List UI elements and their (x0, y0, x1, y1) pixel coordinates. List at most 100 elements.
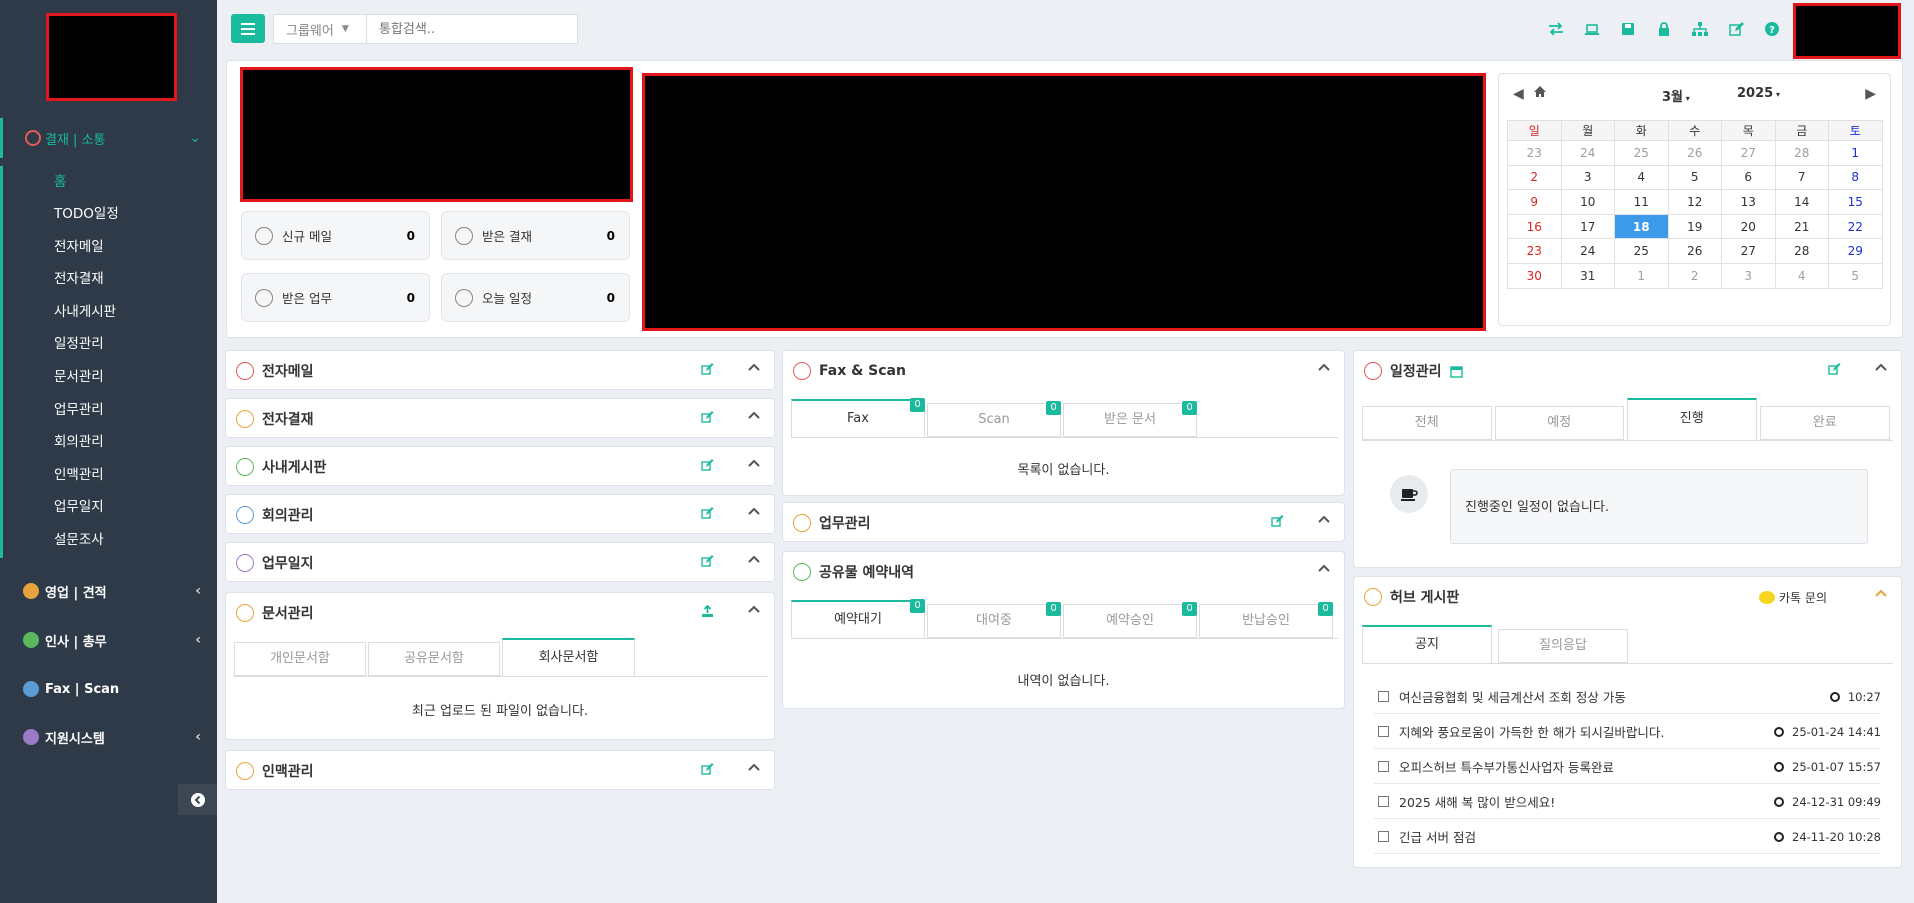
calendar-day[interactable]: 4 (1614, 164, 1669, 191)
calendar-day[interactable]: 13 (1721, 189, 1776, 215)
sidebar-item-tasks[interactable]: 업무관리 (0, 394, 217, 427)
tab-fax-2[interactable]: 받은 문서 0 (1063, 401, 1197, 437)
upload-icon[interactable] (701, 605, 714, 618)
edit-icon[interactable] (1271, 515, 1284, 527)
tab-schedule-0[interactable]: 전체 (1362, 406, 1492, 440)
calendar-day[interactable]: 16 (1507, 213, 1562, 240)
sidebar-group-fax[interactable]: Fax | Scan (0, 666, 217, 712)
edit-icon[interactable] (701, 459, 714, 471)
edit-icon[interactable] (701, 363, 714, 375)
tab-schedule-2[interactable]: 진행 (1627, 398, 1757, 440)
calendar-icon[interactable] (1449, 365, 1463, 378)
calendar-day[interactable]: 5 (1828, 262, 1883, 289)
received-task-stat[interactable]: 받은 업무 0 (241, 273, 430, 322)
sidebar-group-hr[interactable]: 인사 | 총무 ‹ (0, 617, 217, 663)
calendar-day[interactable]: 4 (1774, 262, 1829, 289)
calendar-day[interactable]: 23 (1507, 238, 1562, 264)
edit-icon[interactable] (1727, 20, 1745, 38)
chevron-up-icon[interactable] (748, 555, 760, 563)
calendar-day[interactable]: 24 (1560, 140, 1615, 166)
calendar-day[interactable]: 27 (1721, 140, 1776, 166)
calendar-day[interactable]: 21 (1774, 213, 1829, 240)
calendar-day[interactable]: 11 (1614, 189, 1669, 215)
sidebar-item-home[interactable]: 홈 (0, 166, 217, 199)
sidebar-item-worklog[interactable]: 업무일지 (0, 491, 217, 524)
calendar-day[interactable]: 19 (1667, 213, 1722, 240)
calendar-day[interactable]: 18 (1614, 213, 1669, 240)
calendar-day[interactable]: 15 (1828, 189, 1883, 215)
tab-personal-docs[interactable]: 개인문서함 (234, 642, 366, 676)
calendar-day[interactable]: 10 (1560, 189, 1615, 215)
calendar-day[interactable]: 1 (1614, 262, 1669, 289)
notice-row[interactable]: 긴급 서버 점검 24-11-20 10:28 (1374, 820, 1881, 854)
tab-fax-1[interactable]: Scan 0 (927, 401, 1061, 437)
sidebar-item-mail[interactable]: 전자메일 (0, 231, 217, 264)
notice-row[interactable]: 여신금융협회 및 세금계산서 조회 정상 가동 10:27 (1374, 680, 1881, 714)
calendar-day[interactable]: 2 (1507, 164, 1562, 191)
new-mail-stat[interactable]: 신규 메일 0 (241, 211, 430, 260)
help-icon[interactable]: ? (1763, 20, 1781, 38)
calendar-day[interactable]: 26 (1667, 238, 1722, 264)
exchange-icon[interactable] (1547, 20, 1565, 38)
groupware-dropdown[interactable]: 그룹웨어 ▼ (273, 14, 367, 44)
chevron-up-icon[interactable] (1318, 363, 1330, 371)
chevron-up-icon[interactable] (748, 459, 760, 467)
prev-month-icon[interactable]: ◀ (1513, 86, 1524, 102)
menu-toggle-button[interactable] (231, 14, 265, 43)
calendar-day[interactable]: 7 (1774, 164, 1829, 191)
calendar-day[interactable]: 20 (1721, 213, 1776, 240)
user-avatar-redacted[interactable] (1793, 3, 1901, 59)
today-schedule-stat[interactable]: 오늘 일정 0 (441, 273, 630, 322)
save-icon[interactable] (1619, 20, 1637, 38)
tab-shared-docs[interactable]: 공유문서함 (368, 642, 500, 676)
calendar-day[interactable]: 31 (1560, 262, 1615, 289)
sidebar-item-schedule[interactable]: 일정관리 (0, 328, 217, 361)
calendar-day[interactable]: 5 (1667, 164, 1722, 191)
calendar-day[interactable]: 29 (1828, 238, 1883, 264)
chevron-up-icon[interactable] (748, 411, 760, 419)
chevron-up-icon[interactable] (1318, 515, 1330, 523)
calendar-day[interactable]: 28 (1774, 140, 1829, 166)
next-month-icon[interactable]: ▶ (1865, 86, 1876, 102)
calendar-day[interactable]: 24 (1560, 238, 1615, 264)
chevron-up-icon[interactable] (1318, 564, 1330, 572)
calendar-day[interactable]: 8 (1828, 164, 1883, 191)
chevron-up-icon[interactable] (1875, 589, 1887, 597)
sidebar-item-todo[interactable]: TODO일정 (0, 198, 217, 231)
calendar-day[interactable]: 14 (1774, 189, 1829, 215)
sitemap-icon[interactable] (1691, 20, 1709, 38)
calendar-day[interactable]: 3 (1721, 262, 1776, 289)
chevron-up-icon[interactable] (748, 605, 760, 613)
sidebar-item-survey[interactable]: 설문조사 (0, 524, 217, 558)
tab-qna[interactable]: 질의응답 (1498, 629, 1628, 663)
search-input[interactable] (367, 14, 578, 44)
sidebar-group-support[interactable]: 지원시스템 ‹ (0, 714, 217, 760)
calendar-day[interactable]: 2 (1667, 262, 1722, 289)
calendar-day[interactable]: 25 (1614, 140, 1669, 166)
sidebar-group-approval[interactable]: 결재 | 소통 ⌄ (0, 118, 217, 158)
calendar-day[interactable]: 26 (1667, 140, 1722, 166)
calendar-day[interactable]: 22 (1828, 213, 1883, 240)
month-select[interactable]: 3월 ▾ (1662, 86, 1690, 105)
laptop-icon[interactable] (1583, 20, 1601, 38)
edit-icon[interactable] (1828, 363, 1841, 375)
notice-row[interactable]: 지혜와 풍요로움이 가득한 한 해가 되시길바랍니다. 25-01-24 14:… (1374, 715, 1881, 749)
tab-reserve-3[interactable]: 반납승인 0 (1199, 602, 1333, 638)
tab-reserve-0[interactable]: 예약대기 0 (791, 599, 925, 638)
edit-icon[interactable] (701, 555, 714, 567)
chevron-up-icon[interactable] (1875, 363, 1887, 371)
year-select[interactable]: 2025 ▾ (1737, 86, 1780, 101)
tab-reserve-1[interactable]: 대여중 0 (927, 602, 1061, 638)
tab-schedule-3[interactable]: 완료 (1759, 406, 1890, 440)
sidebar-item-contacts[interactable]: 인맥관리 (0, 459, 217, 492)
edit-icon[interactable] (701, 763, 714, 775)
sidebar-collapse-button[interactable] (178, 784, 217, 815)
calendar-day[interactable]: 17 (1560, 213, 1615, 240)
calendar-day[interactable]: 27 (1721, 238, 1776, 264)
sidebar-item-meetings[interactable]: 회의관리 (0, 426, 217, 459)
edit-icon[interactable] (701, 507, 714, 519)
sidebar-item-docs[interactable]: 문서관리 (0, 361, 217, 394)
edit-icon[interactable] (701, 411, 714, 423)
sidebar-item-approval[interactable]: 전자결재 (0, 263, 217, 296)
sidebar-item-board[interactable]: 사내게시판 (0, 296, 217, 329)
